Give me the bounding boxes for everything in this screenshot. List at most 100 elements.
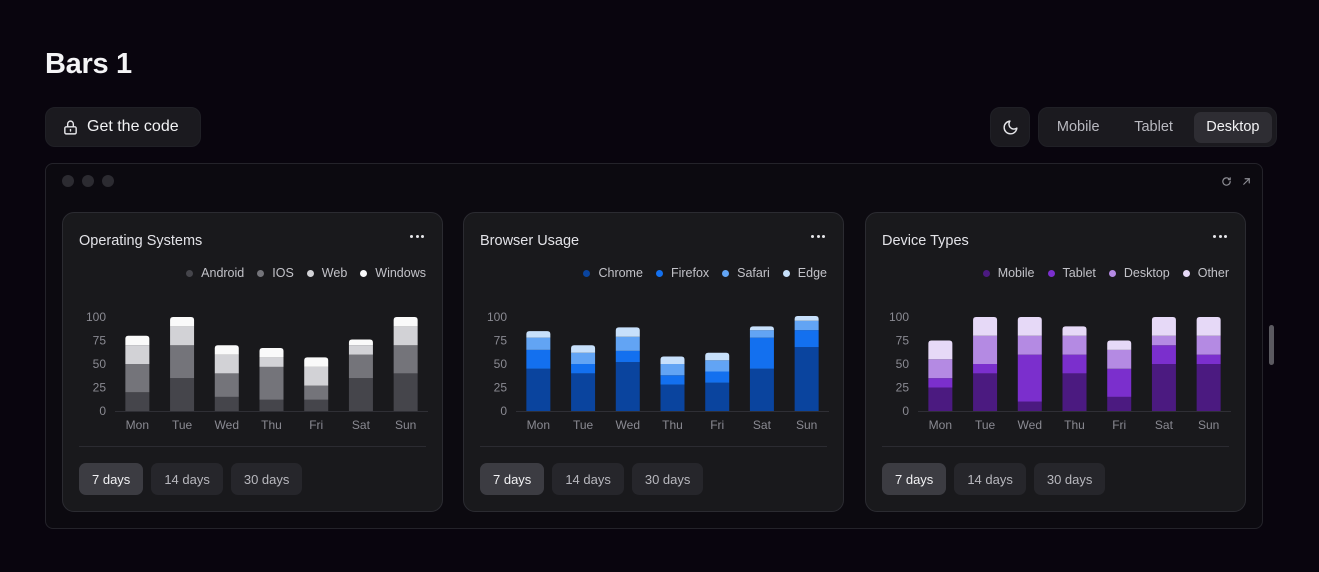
bar-segment-edge[interactable] xyxy=(794,316,819,321)
bar-segment-desktop[interactable] xyxy=(1062,335,1087,355)
bar-segment-web[interactable] xyxy=(170,326,195,346)
bar-segment-tablet[interactable] xyxy=(1017,354,1042,402)
bar-segment-web[interactable] xyxy=(125,345,150,364)
bar-segment-firefox[interactable] xyxy=(526,349,551,369)
bar-segment-safari[interactable] xyxy=(615,336,640,351)
bar-segment-edge[interactable] xyxy=(571,345,596,353)
bar-segment-other[interactable] xyxy=(1062,326,1087,336)
bar-segment-mobile[interactable] xyxy=(1017,401,1042,411)
bar-segment-chrome[interactable] xyxy=(705,382,730,411)
open-external-icon[interactable] xyxy=(1241,176,1252,187)
range-7-days-button[interactable]: 7 days xyxy=(882,463,947,495)
bar-segment-mobile[interactable] xyxy=(1062,373,1087,411)
bar-segment-ios[interactable] xyxy=(170,345,195,379)
range-14-days-button[interactable]: 14 days xyxy=(954,463,1026,495)
bar-segment-android[interactable] xyxy=(304,399,329,411)
bar-segment-safari[interactable] xyxy=(794,320,819,331)
bar-segment-edge[interactable] xyxy=(526,331,551,338)
bar-segment-desktop[interactable] xyxy=(1196,335,1221,355)
bar-segment-desktop[interactable] xyxy=(1107,349,1132,369)
bar-segment-other[interactable] xyxy=(1151,317,1176,336)
refresh-icon[interactable] xyxy=(1221,176,1232,187)
bar-segment-windows[interactable] xyxy=(393,317,418,327)
bar-segment-mobile[interactable] xyxy=(928,387,953,412)
bar-segment-desktop[interactable] xyxy=(1151,335,1176,346)
viewport-tablet-button[interactable]: Tablet xyxy=(1115,112,1191,143)
range-30-days-button[interactable]: 30 days xyxy=(631,463,704,495)
bar-segment-android[interactable] xyxy=(393,373,418,411)
range-7-days-button[interactable]: 7 days xyxy=(480,463,545,495)
bar-segment-windows[interactable] xyxy=(170,317,195,327)
more-options-icon[interactable] xyxy=(807,227,829,245)
bar-segment-mobile[interactable] xyxy=(1196,364,1221,411)
viewport-desktop-button[interactable]: Desktop xyxy=(1193,111,1272,143)
bar-segment-tablet[interactable] xyxy=(973,364,998,374)
bar-segment-chrome[interactable] xyxy=(794,347,819,411)
bar-segment-edge[interactable] xyxy=(705,352,730,361)
bar-segment-mobile[interactable] xyxy=(1151,364,1176,411)
bar-segment-firefox[interactable] xyxy=(794,330,819,348)
bar-segment-android[interactable] xyxy=(125,392,150,411)
range-30-days-button[interactable]: 30 days xyxy=(230,463,303,495)
bar-segment-chrome[interactable] xyxy=(571,373,596,411)
bar-segment-ios[interactable] xyxy=(304,385,329,400)
range-14-days-button[interactable]: 14 days xyxy=(552,463,624,495)
bar-segment-other[interactable] xyxy=(1196,317,1221,336)
range-30-days-button[interactable]: 30 days xyxy=(1033,463,1106,495)
bar-segment-windows[interactable] xyxy=(304,357,329,367)
bar-segment-firefox[interactable] xyxy=(660,375,685,385)
bar-segment-ios[interactable] xyxy=(393,345,418,374)
bar-segment-desktop[interactable] xyxy=(1017,335,1042,355)
bar-segment-safari[interactable] xyxy=(749,330,774,338)
bar-segment-safari[interactable] xyxy=(526,337,551,350)
viewport-mobile-button[interactable]: Mobile xyxy=(1043,112,1113,143)
bar-segment-safari[interactable] xyxy=(705,360,730,372)
range-7-days-button[interactable]: 7 days xyxy=(79,463,144,495)
bar-segment-desktop[interactable] xyxy=(973,335,998,364)
bar-segment-safari[interactable] xyxy=(660,364,685,376)
bar-segment-windows[interactable] xyxy=(259,348,284,358)
bar-segment-ios[interactable] xyxy=(125,364,150,393)
scrollbar-handle[interactable] xyxy=(1269,325,1274,365)
theme-toggle-button[interactable] xyxy=(990,107,1030,147)
bar-segment-tablet[interactable] xyxy=(1107,368,1132,397)
bar-segment-mobile[interactable] xyxy=(1107,396,1132,411)
bar-segment-chrome[interactable] xyxy=(615,362,640,411)
bar-segment-safari[interactable] xyxy=(571,352,596,364)
bar-segment-edge[interactable] xyxy=(660,356,685,364)
bar-segment-web[interactable] xyxy=(259,357,284,367)
bar-segment-web[interactable] xyxy=(393,326,418,346)
bar-segment-other[interactable] xyxy=(928,340,953,360)
bar-segment-tablet[interactable] xyxy=(1151,345,1176,364)
bar-segment-firefox[interactable] xyxy=(571,364,596,374)
bar-segment-ios[interactable] xyxy=(348,354,373,379)
bar-segment-android[interactable] xyxy=(259,399,284,411)
bar-segment-other[interactable] xyxy=(973,317,998,336)
bar-segment-ios[interactable] xyxy=(259,366,284,400)
bar-segment-web[interactable] xyxy=(304,366,329,386)
more-options-icon[interactable] xyxy=(406,227,428,245)
bar-segment-windows[interactable] xyxy=(125,335,150,346)
bar-segment-android[interactable] xyxy=(214,396,239,411)
bar-segment-firefox[interactable] xyxy=(705,371,730,383)
bar-segment-mobile[interactable] xyxy=(973,373,998,411)
bar-segment-tablet[interactable] xyxy=(928,378,953,388)
bar-segment-firefox[interactable] xyxy=(749,337,774,369)
bar-segment-edge[interactable] xyxy=(615,327,640,337)
bar-segment-firefox[interactable] xyxy=(615,350,640,363)
bar-segment-tablet[interactable] xyxy=(1196,354,1221,364)
bar-segment-web[interactable] xyxy=(214,354,239,374)
range-14-days-button[interactable]: 14 days xyxy=(151,463,223,495)
bar-segment-edge[interactable] xyxy=(749,326,774,331)
bar-segment-android[interactable] xyxy=(348,378,373,411)
bar-segment-other[interactable] xyxy=(1107,340,1132,350)
bar-segment-web[interactable] xyxy=(348,345,373,355)
bar-segment-android[interactable] xyxy=(170,378,195,411)
bar-segment-windows[interactable] xyxy=(214,345,239,355)
bar-segment-tablet[interactable] xyxy=(1062,354,1087,374)
bar-segment-other[interactable] xyxy=(1017,317,1042,336)
get-code-button[interactable]: Get the code xyxy=(45,107,201,147)
bar-segment-desktop[interactable] xyxy=(928,359,953,379)
bar-segment-windows[interactable] xyxy=(348,339,373,346)
bar-segment-chrome[interactable] xyxy=(660,384,685,411)
